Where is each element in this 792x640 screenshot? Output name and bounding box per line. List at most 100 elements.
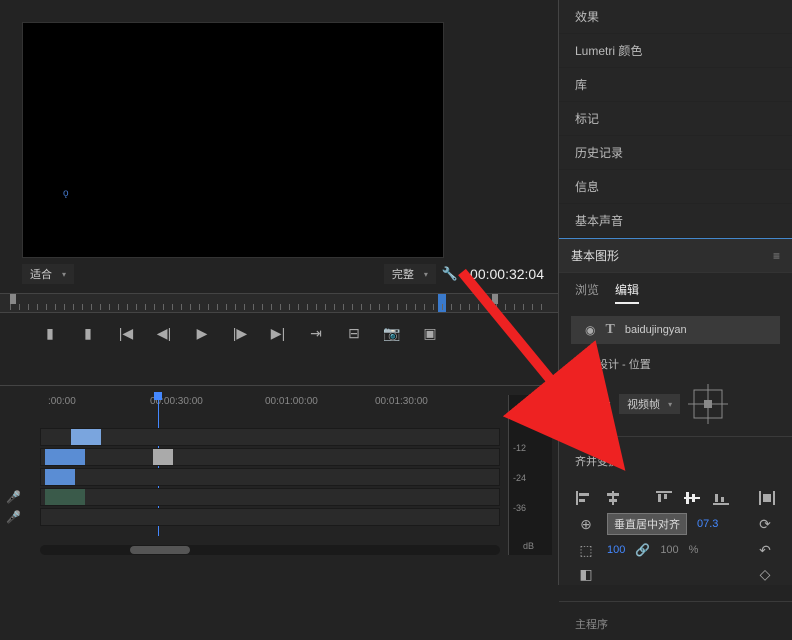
time-label: 00:01:00:00 — [265, 396, 318, 407]
preview-glyph: ǫ — [63, 188, 69, 199]
align-section: ⊕ 垂直居中对齐 07.3 ⟳ ⬚ 100 🔗 100 % ↶ ◧ ◇ — [559, 477, 792, 595]
panel-tab-lumetri[interactable]: Lumetri 颜色 — [559, 34, 792, 68]
in-marker[interactable] — [10, 294, 16, 304]
pin-to-value: 视频帧 — [627, 396, 660, 412]
extract-button[interactable]: ⊟ — [344, 325, 364, 342]
scale-row: ⬚ 100 🔗 100 % ↶ — [575, 541, 776, 559]
meter-tick: -36 — [513, 503, 526, 513]
essential-graphics-header: 基本图形 ≡ — [559, 238, 792, 273]
align-buttons-row — [575, 489, 776, 507]
timeline-scrollbar[interactable] — [40, 545, 500, 555]
essential-graphics-title: 基本图形 — [571, 247, 619, 264]
quality-dropdown[interactable]: 完整 ▾ — [384, 264, 436, 284]
time-label: 00:01:30:00 — [375, 396, 428, 407]
scale-value[interactable]: 100 — [607, 544, 625, 556]
step-back-button[interactable]: ◀| — [154, 325, 174, 342]
tab-edit[interactable]: 编辑 — [615, 281, 639, 304]
audio-clip[interactable] — [45, 489, 85, 505]
main-editor-area: ǫ 适合 ▾ 完整 ▾ 🔧 00:00:32:04 ▮ ▮ |◀ ◀| ▶ |▶… — [0, 0, 558, 585]
out-marker[interactable] — [492, 294, 498, 304]
track-mic-a2[interactable]: 🎤 — [6, 510, 34, 524]
audio-meter: -12 -24 -36 dB — [508, 395, 552, 555]
position-icon: ⊕ — [575, 515, 597, 533]
scale-icon: ⬚ — [575, 541, 597, 559]
link-icon[interactable]: 🔗 — [635, 543, 650, 557]
scrollbar-thumb[interactable] — [130, 546, 190, 554]
program-monitor[interactable]: ǫ — [22, 22, 444, 258]
quality-label: 完整 — [392, 266, 414, 282]
panel-tab-history[interactable]: 历史记录 — [559, 136, 792, 170]
chevron-down-icon: ▾ — [62, 270, 66, 279]
position-row: ⊕ 垂直居中对齐 07.3 ⟳ — [575, 513, 776, 535]
pin-to-row: 固定到: 视频帧 ▾ — [559, 380, 792, 428]
comparison-button[interactable]: ▣ — [420, 325, 440, 342]
tab-browse[interactable]: 浏览 — [575, 281, 599, 304]
align-left-button[interactable] — [575, 489, 594, 507]
wrench-icon[interactable]: 🔧 — [442, 266, 458, 282]
align-hcenter-button[interactable] — [604, 489, 623, 507]
lift-button[interactable]: ⇥ — [306, 325, 326, 342]
program-timecode: 00:00:32:04 — [470, 266, 544, 282]
mic-icon: 🎤 — [6, 490, 21, 504]
undo-icon[interactable]: ↶ — [754, 541, 776, 559]
play-button[interactable]: ▶ — [192, 325, 212, 342]
track-v3[interactable] — [40, 428, 500, 446]
side-panel: 效果 Lumetri 颜色 库 标记 历史记录 信息 基本声音 基本图形 ≡ 浏… — [558, 0, 792, 585]
opacity-icon: ◧ — [575, 565, 597, 583]
video-clip[interactable] — [71, 429, 101, 445]
track-v1[interactable] — [40, 468, 500, 486]
align-vcenter-button[interactable] — [683, 489, 702, 507]
opacity-row: ◧ ◇ — [575, 565, 776, 583]
visibility-icon[interactable]: ◉ — [585, 323, 595, 337]
meter-db-label: dB — [523, 541, 534, 551]
timeline-panel: :00:00 00:00:30:00 00:01:00:00 00:01:30:… — [0, 385, 558, 565]
layer-row[interactable]: ◉ T baidujingyan — [571, 316, 780, 344]
mark-out-button[interactable]: ▮ — [78, 325, 98, 342]
zoom-fit-dropdown[interactable]: 适合 ▾ — [22, 264, 74, 284]
meter-tick: -24 — [513, 473, 526, 483]
pin-to-dropdown[interactable]: 视频帧 ▾ — [619, 394, 680, 414]
panel-tab-essential-sound[interactable]: 基本声音 — [559, 204, 792, 238]
align-top-button[interactable] — [654, 489, 673, 507]
video-tracks — [40, 428, 500, 528]
responsive-design-label: 响应设计 - 位置 — [559, 348, 792, 380]
video-clip[interactable] — [153, 449, 173, 465]
panel-tab-info[interactable]: 信息 — [559, 170, 792, 204]
align-bottom-button[interactable] — [712, 489, 731, 507]
mark-in-button[interactable]: ▮ — [40, 325, 60, 342]
layer-name: baidujingyan — [625, 324, 687, 336]
go-to-out-button[interactable]: ▶| — [268, 325, 288, 342]
monitor-ruler[interactable] — [0, 293, 558, 313]
go-to-in-button[interactable]: |◀ — [116, 325, 136, 342]
chevron-down-icon: ▾ — [424, 270, 428, 279]
track-a2[interactable] — [40, 508, 500, 526]
distribute-button[interactable] — [757, 489, 776, 507]
vcenter-tooltip: 垂直居中对齐 — [607, 513, 687, 535]
chevron-down-icon: ▾ — [668, 400, 672, 409]
transport-controls: ▮ ▮ |◀ ◀| ▶ |▶ ▶| ⇥ ⊟ 📷 ▣ — [40, 325, 440, 342]
panel-tab-effects[interactable]: 效果 — [559, 0, 792, 34]
zoom-fit-label: 适合 — [30, 266, 52, 282]
text-layer-icon: T — [605, 322, 614, 338]
pin-to-label: 固定到: — [575, 396, 611, 412]
panel-menu-icon[interactable]: ≡ — [773, 249, 780, 263]
keyframe-icon[interactable]: ◇ — [754, 565, 776, 583]
opacity-value[interactable]: 100 — [660, 544, 678, 556]
export-frame-button[interactable]: 📷 — [382, 325, 402, 342]
panel-tab-markers[interactable]: 标记 — [559, 102, 792, 136]
meter-tick: -12 — [513, 443, 526, 453]
track-v2[interactable] — [40, 448, 500, 466]
reset-icon[interactable]: ⟳ — [754, 515, 776, 533]
video-clip[interactable] — [45, 449, 85, 465]
time-label: :00:00 — [48, 396, 76, 407]
mic-icon: 🎤 — [6, 510, 21, 524]
footer-label: 主程序 — [559, 608, 792, 640]
panel-tab-library[interactable]: 库 — [559, 68, 792, 102]
track-mic-a1[interactable]: 🎤 — [6, 490, 34, 504]
position-y-value[interactable]: 07.3 — [697, 518, 718, 530]
monitor-controls: 适合 ▾ 完整 ▾ 🔧 00:00:32:04 — [22, 263, 544, 285]
step-forward-button[interactable]: |▶ — [230, 325, 250, 342]
pin-anchor-grid[interactable] — [688, 384, 728, 424]
track-a1[interactable] — [40, 488, 500, 506]
video-clip[interactable] — [45, 469, 75, 485]
